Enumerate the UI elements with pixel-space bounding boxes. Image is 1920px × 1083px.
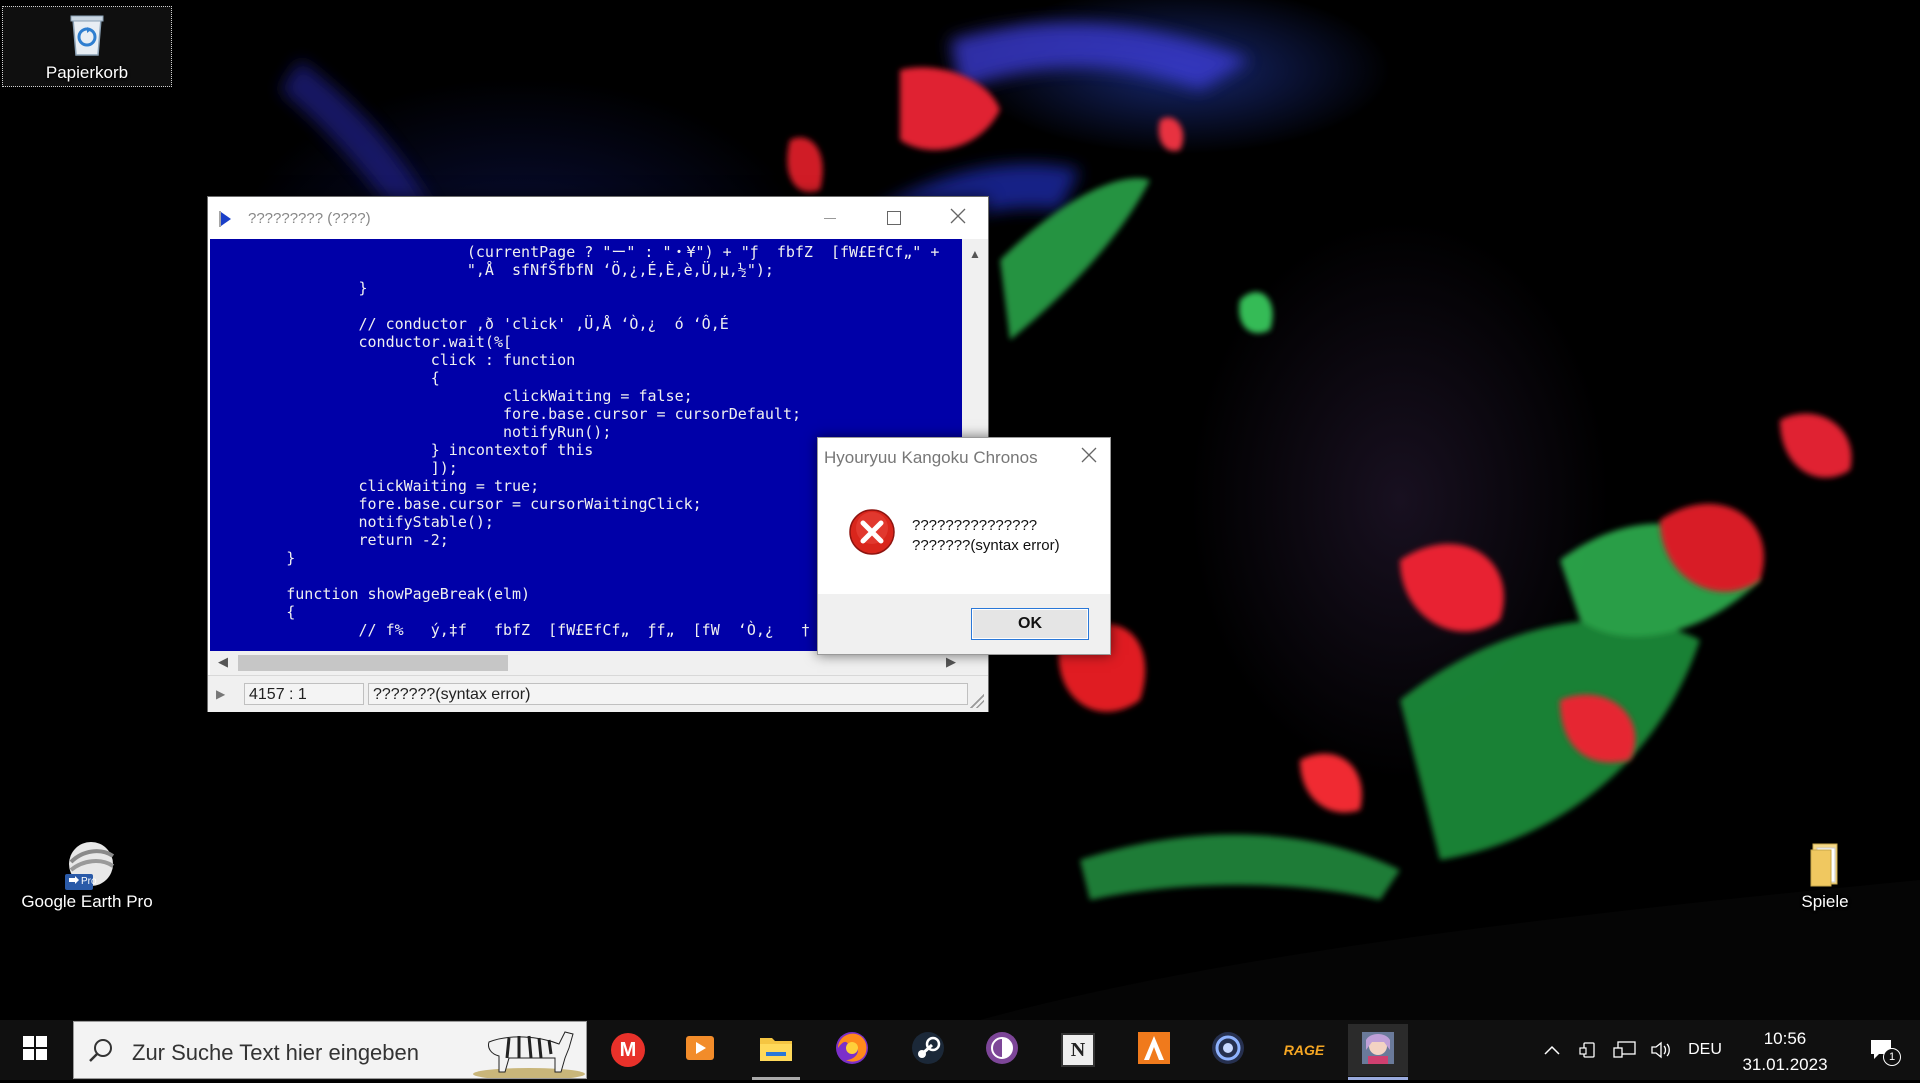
taskbar-app-file-explorer[interactable] — [746, 1024, 806, 1080]
action-center-button[interactable]: 1 — [1852, 1020, 1912, 1080]
steam-icon — [910, 1030, 946, 1071]
code-line: fore.base.cursor = cursorDefault; — [214, 405, 801, 423]
scroll-up-icon[interactable]: ▲ — [969, 247, 981, 261]
taskbar-search-box[interactable]: Zur Suche Text hier eingeben — [73, 1021, 587, 1080]
minimize-button[interactable] — [798, 197, 862, 239]
maximize-button[interactable] — [862, 197, 926, 239]
tor-icon — [984, 1030, 1020, 1071]
dialog-message-line: ???????(syntax error) — [912, 537, 1060, 554]
rage-icon: RAGE — [1283, 1042, 1325, 1058]
clock-time: 10:56 — [1763, 1029, 1807, 1048]
minimize-icon — [824, 217, 836, 219]
dialog-message-line: ??????????????? — [912, 517, 1038, 534]
editor-statusbar: ▶ 4157 : 1 ???????(syntax error) — [208, 675, 988, 712]
google-earth-icon: Pro — [63, 840, 115, 890]
scroll-left-icon[interactable]: ◀ — [218, 654, 228, 670]
firefox-icon — [834, 1030, 870, 1071]
desktop-icon-label: Papierkorb — [45, 63, 129, 82]
taskbar-app-tor-browser[interactable] — [972, 1024, 1032, 1076]
start-button[interactable] — [0, 1020, 70, 1080]
dialog-close-button[interactable] — [1068, 438, 1110, 476]
taskbar-app-a[interactable] — [1124, 1024, 1184, 1076]
ok-button[interactable]: OK — [971, 608, 1089, 640]
editor-app-icon — [218, 210, 238, 228]
code-line: clickWaiting = false; — [214, 387, 693, 405]
error-dialog: Hyouryuu Kangoku Chronos ???????????????… — [817, 437, 1111, 655]
desktop-icon-label: Spiele — [1801, 892, 1849, 911]
media-player-icon — [683, 1031, 717, 1070]
pro-badge: Pro — [81, 876, 97, 887]
desktop-icon-label: Google Earth Pro — [21, 892, 153, 911]
editor-title: ????????? (????) — [248, 210, 371, 227]
desktop-icon-spiele-folder[interactable]: Spiele — [1740, 840, 1910, 912]
clock-date: 31.01.2023 — [1742, 1055, 1828, 1074]
notification-count-badge: 1 — [1883, 1048, 1901, 1066]
taskbar-app-media-player[interactable] — [670, 1024, 730, 1076]
code-line: conductor.wait(%[ — [214, 333, 513, 351]
taskbar-app-circle[interactable] — [1198, 1024, 1258, 1076]
code-line: (currentPage ? "ー" : "・¥") + "ƒ fbfZ [fW… — [214, 243, 940, 261]
error-icon — [848, 508, 896, 556]
circle-app-icon — [1210, 1030, 1246, 1071]
game-app-icon — [1360, 1030, 1396, 1071]
close-icon — [950, 208, 966, 229]
taskbar-app-firefox[interactable] — [822, 1024, 882, 1076]
resize-grip-icon[interactable] — [970, 694, 984, 708]
taskbar-app-rage[interactable]: RAGE — [1274, 1024, 1334, 1076]
scroll-right-icon[interactable]: ▶ — [946, 654, 956, 670]
mega-icon: M — [611, 1033, 645, 1067]
cursor-position: 4157 : 1 — [244, 683, 364, 705]
app-a-icon — [1136, 1030, 1172, 1071]
taskbar-app-steam[interactable] — [898, 1024, 958, 1076]
taskbar-app-mega[interactable]: M — [598, 1024, 658, 1076]
dialog-message: ??????????????? ???????(syntax error) — [912, 516, 1060, 556]
tray-volume-icon[interactable] — [1646, 1020, 1676, 1080]
windows-logo-icon — [23, 1035, 47, 1065]
notification-icon: 1 — [1869, 1038, 1901, 1066]
code-line: click : function — [214, 351, 576, 369]
search-icon — [88, 1038, 114, 1064]
tray-clock[interactable]: 10:56 31.01.2023 — [1730, 1026, 1840, 1078]
search-placeholder: Zur Suche Text hier eingeben — [132, 1040, 419, 1065]
code-line: ",Å sfNfŠfbfN ‘Ö,¿,É,È,è,Ü,µ,½"); — [214, 261, 774, 279]
status-message: ???????(syntax error) — [368, 683, 968, 705]
folder-icon — [1801, 840, 1849, 888]
taskbar-app-game[interactable] — [1348, 1024, 1408, 1080]
tray-network-icon[interactable] — [1608, 1020, 1642, 1080]
tray-device-icon[interactable] — [1574, 1020, 1604, 1080]
n-app-icon: N — [1061, 1033, 1095, 1067]
code-line: // conductor ,ð 'click' ,Ü,Å ‘Ò,¿ ó ‘Ô,É — [214, 315, 729, 333]
tray-overflow-chevron-up-icon[interactable] — [1536, 1020, 1568, 1080]
folder-icon — [758, 1032, 794, 1069]
taskbar: Zur Suche Text hier eingeben M N RAGE DE… — [0, 1020, 1920, 1080]
horizontal-scroll-thumb[interactable] — [238, 655, 508, 671]
code-line: } — [214, 279, 368, 297]
close-icon — [1081, 447, 1097, 468]
dialog-title: Hyouryuu Kangoku Chronos — [824, 448, 1038, 467]
recycle-bin-icon — [63, 11, 111, 59]
taskbar-app-notepad-n[interactable]: N — [1048, 1024, 1108, 1076]
code-line: { — [214, 369, 440, 387]
run-icon[interactable]: ▶ — [216, 687, 225, 701]
desktop-icon-recycle-bin[interactable]: Papierkorb — [2, 6, 172, 87]
search-highlight-zebra-icon — [469, 1024, 587, 1080]
editor-titlebar[interactable]: ????????? (????) — [208, 197, 988, 239]
maximize-icon — [887, 211, 901, 225]
desktop-icon-google-earth[interactable]: Pro Google Earth Pro — [2, 840, 172, 912]
close-button[interactable] — [926, 197, 990, 239]
tray-language-indicator[interactable]: DEU — [1682, 1020, 1728, 1080]
